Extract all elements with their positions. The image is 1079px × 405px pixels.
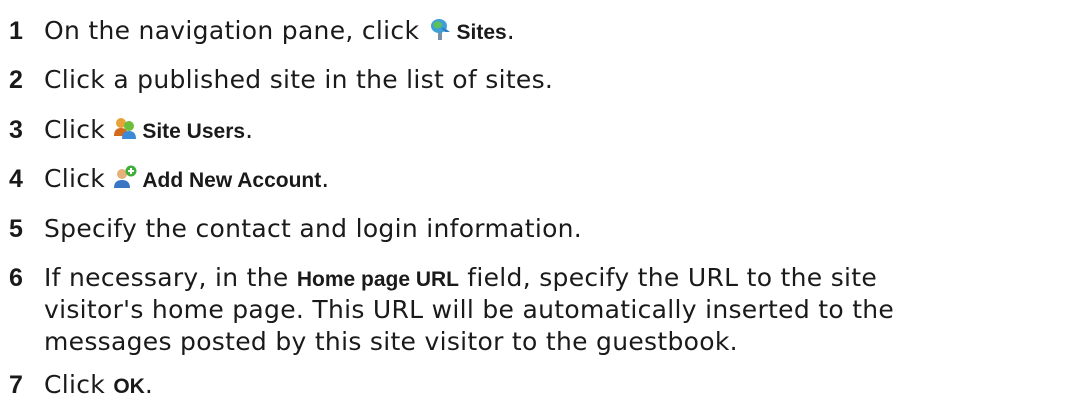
step-number: 7 [9,371,24,399]
step-text-after: . [245,115,254,144]
sites-icon [428,17,452,41]
step-text-after: . [506,16,515,45]
step-text-after: field, specify the URL to the site [459,263,878,292]
step-number: 3 [9,116,24,144]
ui-label-ok: OK [113,375,145,398]
step-text-before: If necessary, in the [44,263,297,292]
step-number: 5 [9,215,24,243]
step-text-continuation: messages posted by this site visitor to … [44,327,738,356]
step-text-after: . [321,164,330,193]
step-text: Click Add New Account. [44,163,329,197]
ui-label-sites: Sites [456,21,507,44]
step-text-before: Click [44,370,114,399]
step-text-before: On the navigation pane, click [44,16,428,45]
step-text: Specify the contact and login informatio… [44,214,583,243]
step-text-before: Click [44,115,114,144]
step-text: Click Site Users. [44,114,253,148]
step-number: 6 [9,264,24,292]
site-users-icon [113,116,137,140]
step-text-after: . [144,370,154,399]
step-text: Click a published site in the list of si… [44,65,554,94]
step-number: 4 [9,165,24,193]
ui-label-site-users: Site Users [142,120,246,143]
step-number: 2 [9,66,24,94]
ui-label-add-new-account: Add New Account [142,169,322,192]
step-number: 1 [9,17,24,45]
step-text: If necessary, in the Home page URL field… [44,262,877,296]
step-text: Click OK. [44,369,153,403]
add-account-icon [113,165,137,189]
step-text: On the navigation pane, click Sites. [44,15,515,49]
ui-label-home-page-url: Home page URL [296,268,460,291]
step-text-continuation: visitor's home page. This URL will be au… [44,295,895,324]
step-text-before: Click [44,164,114,193]
